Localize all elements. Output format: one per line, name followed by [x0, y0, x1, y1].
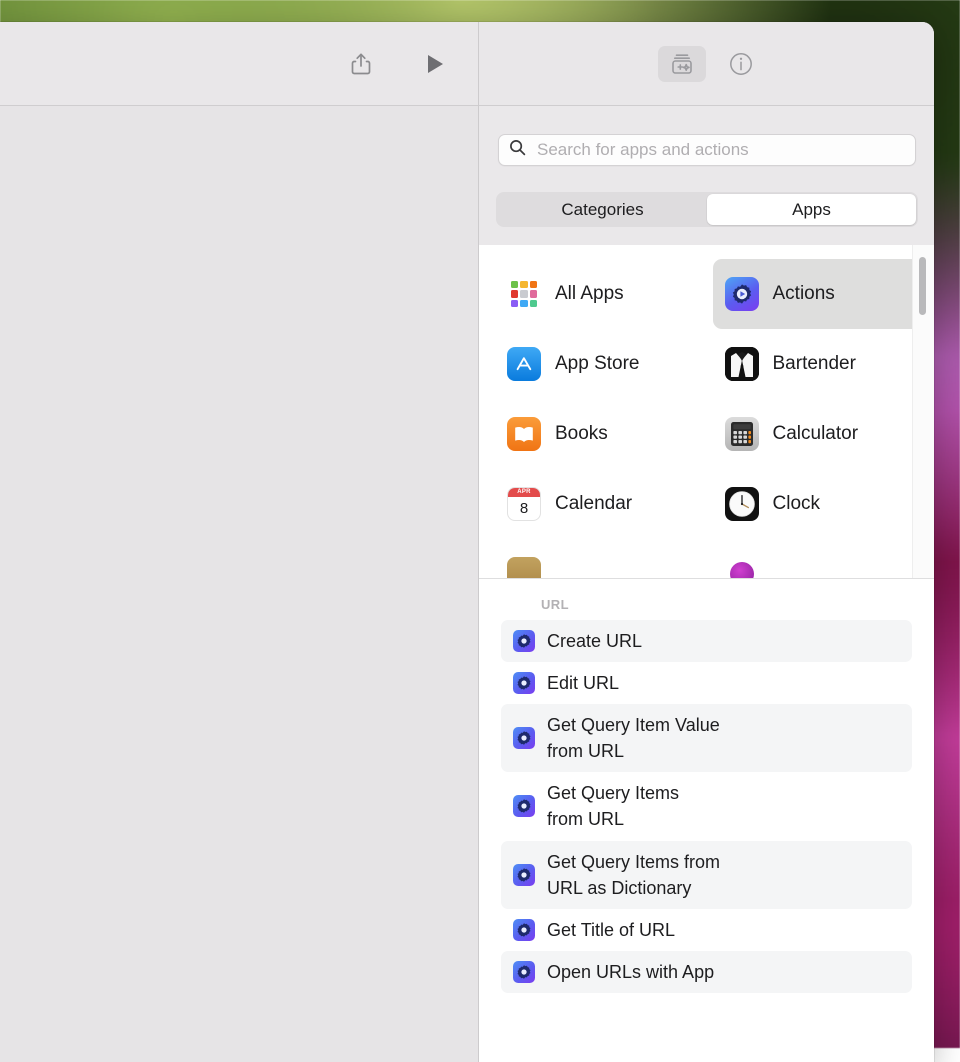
actions-section-header: URL: [501, 597, 912, 612]
editor-canvas[interactable]: shortcut.: [0, 106, 478, 1062]
actions-icon: [725, 277, 759, 311]
editor-toolbar: [0, 22, 478, 106]
calendar-icon: APR 8: [507, 487, 541, 521]
calendar-day-label: 8: [508, 497, 540, 520]
action-label: Create URL: [547, 628, 642, 654]
search-input[interactable]: [537, 140, 905, 160]
purple-app-icon: [725, 557, 759, 579]
app-store-icon: [507, 347, 541, 381]
app-item-label: Clock: [773, 493, 821, 515]
action-row[interactable]: Get Title of URL: [501, 909, 912, 951]
apps-list[interactable]: All Apps Actions: [479, 245, 934, 579]
shortcuts-window: shortcut.: [0, 22, 934, 1062]
action-label: Get Title of URL: [547, 917, 675, 943]
app-item-label: All Apps: [555, 283, 624, 305]
action-library-pane: Categories Apps All Apps: [478, 22, 934, 1062]
app-item-label: Bartender: [773, 353, 856, 375]
shortcut-editor-pane: shortcut.: [0, 22, 478, 1062]
action-icon: [513, 864, 535, 886]
action-row[interactable]: Get Query Item Valuefrom URL: [501, 704, 912, 772]
app-item-books[interactable]: Books: [495, 399, 709, 469]
share-icon[interactable]: [346, 49, 376, 79]
action-row[interactable]: Get Query Itemsfrom URL: [501, 772, 912, 840]
action-icon: [513, 961, 535, 983]
app-item-contacts[interactable]: [495, 539, 709, 579]
clock-icon: [725, 487, 759, 521]
action-label: Get Query Items fromURL as Dictionary: [547, 849, 720, 901]
actions-list[interactable]: URL Create URL Edit URL Get Query Item V…: [479, 579, 934, 1062]
action-row[interactable]: Open URLs with App: [501, 951, 912, 993]
app-item-actions[interactable]: Actions: [713, 259, 927, 329]
app-item-label: Calculator: [773, 423, 859, 445]
action-icon: [513, 672, 535, 694]
contacts-icon: [507, 557, 541, 579]
app-item-clock[interactable]: Clock: [713, 469, 927, 539]
action-row[interactable]: Edit URL: [501, 662, 912, 704]
app-item-label: App Store: [555, 353, 640, 375]
action-icon: [513, 919, 535, 941]
app-item-purple[interactable]: [713, 539, 927, 579]
action-label: Get Query Itemsfrom URL: [547, 780, 679, 832]
action-label: Edit URL: [547, 670, 619, 696]
search-icon: [509, 139, 526, 161]
action-label: Open URLs with App: [547, 959, 714, 985]
action-row[interactable]: Get Query Items fromURL as Dictionary: [501, 841, 912, 909]
app-item-label: Books: [555, 423, 608, 445]
library-toolbar: [479, 22, 934, 106]
app-item-label: Actions: [773, 283, 835, 305]
apps-scrollbar-thumb[interactable]: [919, 257, 926, 315]
app-item-bartender[interactable]: Bartender: [713, 329, 927, 399]
tab-categories[interactable]: Categories: [498, 194, 707, 225]
books-icon: [507, 417, 541, 451]
calendar-month-label: APR: [508, 488, 540, 497]
search-container: [498, 134, 916, 166]
tab-apps[interactable]: Apps: [707, 194, 916, 225]
app-item-label: Calendar: [555, 493, 632, 515]
calculator-icon: [725, 417, 759, 451]
app-item-calculator[interactable]: Calculator: [713, 399, 927, 469]
all-apps-icon: [507, 277, 541, 311]
info-icon[interactable]: [726, 49, 756, 79]
app-item-app-store[interactable]: App Store: [495, 329, 709, 399]
add-action-icon[interactable]: [658, 46, 706, 82]
action-label: Get Query Item Valuefrom URL: [547, 712, 720, 764]
bartender-icon: [725, 347, 759, 381]
play-icon[interactable]: [420, 49, 450, 79]
action-icon: [513, 795, 535, 817]
search-field[interactable]: [498, 134, 916, 166]
library-segmented-control[interactable]: Categories Apps: [496, 192, 918, 227]
action-row[interactable]: Create URL: [501, 620, 912, 662]
app-item-calendar[interactable]: APR 8 Calendar: [495, 469, 709, 539]
action-icon: [513, 727, 535, 749]
action-icon: [513, 630, 535, 652]
app-item-all-apps[interactable]: All Apps: [495, 259, 709, 329]
